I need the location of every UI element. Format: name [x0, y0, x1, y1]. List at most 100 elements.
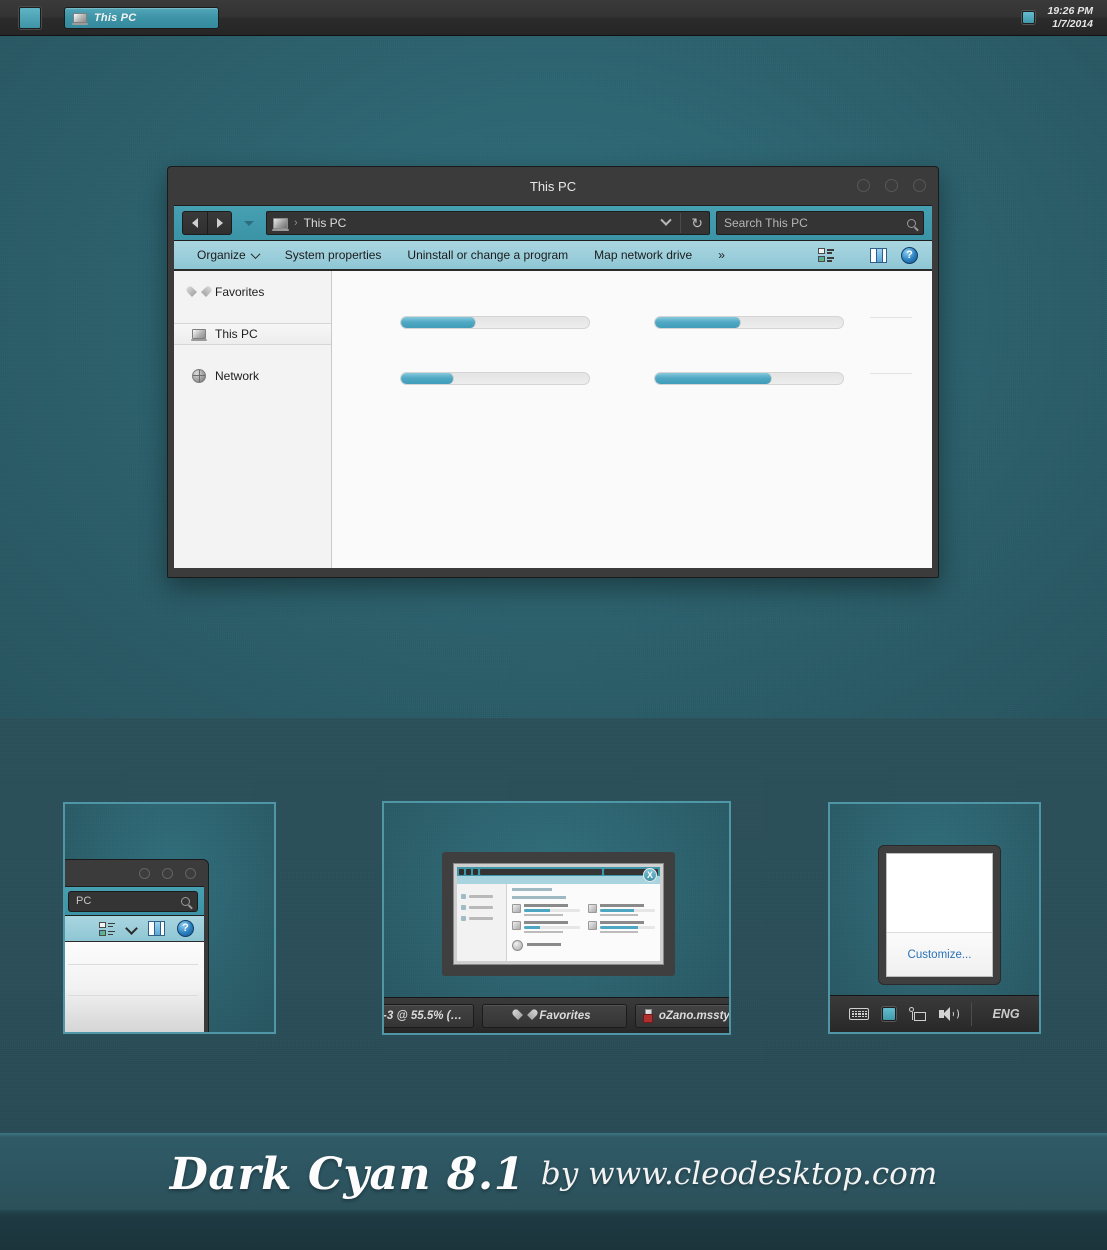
divider	[870, 317, 912, 318]
view-options-icon[interactable]	[99, 921, 115, 937]
maximize-button[interactable]	[162, 868, 173, 879]
window-titlebar[interactable]: This PC	[174, 167, 932, 205]
keyboard-icon[interactable]	[849, 1008, 870, 1020]
address-bar-actions: ↻	[660, 213, 703, 233]
command-bar: Organize System properties Uninstall or …	[174, 240, 932, 270]
search-icon[interactable]	[907, 218, 916, 228]
explorer-window: This PC › This PC ↻ Search This PC Organ…	[167, 166, 939, 578]
file-list-area[interactable]	[332, 271, 932, 568]
sidebar-item-this-pc[interactable]: This PC	[174, 323, 331, 345]
organize-label: Organize	[197, 248, 246, 262]
mini-taskbar: d-3 @ 55.5% (… Favorites oZano.msstyl	[384, 997, 729, 1033]
drive-usage-bar	[400, 372, 590, 385]
customize-link[interactable]: Customize...	[908, 949, 972, 961]
chevron-down-icon	[244, 220, 254, 226]
mini-drive-text	[524, 904, 580, 916]
sidebar-item-network[interactable]: Network	[174, 365, 331, 387]
customize-link-row[interactable]: Customize...	[887, 932, 992, 976]
preview-pane-icon[interactable]	[148, 921, 165, 936]
zoomed-search-text: PC	[76, 895, 92, 907]
search-icon[interactable]	[181, 896, 190, 906]
tray-square-icon[interactable]	[1022, 11, 1036, 24]
mini-content	[507, 884, 660, 961]
dialog-empty-area	[887, 854, 992, 932]
command-bar-right: ?	[818, 246, 922, 264]
mini-address-bar[interactable]	[480, 868, 602, 875]
zoomed-search-box[interactable]: PC	[68, 890, 198, 912]
forward-button[interactable]	[207, 211, 232, 235]
taskbar-button-label: d-3 @ 55.5% (…	[382, 1009, 462, 1022]
sidebar-item-favorites[interactable]: Favorites	[174, 281, 331, 303]
mini-drive-item	[512, 921, 580, 933]
zoomed-window-controls	[139, 868, 196, 879]
overflow-button[interactable]: »	[705, 243, 738, 267]
close-button[interactable]	[185, 868, 196, 879]
divider	[870, 373, 912, 374]
minimize-button[interactable]	[139, 868, 150, 879]
help-icon[interactable]: ?	[901, 246, 918, 264]
preview-pane-icon[interactable]	[870, 247, 887, 263]
banner-footer-strip	[0, 1215, 1107, 1250]
close-button[interactable]	[913, 179, 926, 192]
recent-locations-button[interactable]	[238, 220, 260, 226]
system-properties-button[interactable]: System properties	[272, 243, 395, 267]
msstyles-icon	[642, 1009, 653, 1023]
clock-date: 1/7/2014	[1052, 17, 1093, 30]
drive-usage-bar	[654, 316, 844, 329]
taskbar-button-favorites[interactable]: Favorites	[482, 1003, 627, 1028]
maximize-button[interactable]	[885, 179, 898, 192]
taskbar-button-msstyles[interactable]: oZano.msstyl	[635, 1003, 731, 1028]
forward-arrow-icon	[216, 218, 223, 228]
navigation-pane: Favorites This PC Network	[174, 271, 332, 568]
breadcrumb-separator: ›	[294, 217, 298, 229]
search-box[interactable]	[716, 211, 924, 235]
address-bar[interactable]: › This PC ↻	[266, 211, 710, 235]
preview-panel-monitor: X d-3 @ 55.5% (… Favorites oZano.msstyl	[382, 801, 731, 1035]
taskbar-task-this-pc[interactable]: This PC	[64, 6, 219, 29]
heart-icon	[192, 286, 206, 299]
drive-icon	[587, 904, 597, 913]
computer-icon	[72, 12, 88, 25]
taskbar-button-progress[interactable]: d-3 @ 55.5% (…	[382, 1003, 474, 1028]
drive-icon	[512, 921, 521, 930]
network-monitor-icon[interactable]	[909, 1007, 927, 1021]
divider	[680, 213, 682, 233]
drive-usage-bar	[400, 316, 590, 329]
computer-icon	[191, 329, 207, 341]
organize-button[interactable]: Organize	[184, 243, 272, 267]
preview-panel-customize: Customize... ENG	[828, 802, 1041, 1034]
start-square-icon[interactable]	[19, 6, 41, 29]
system-tray: ENG	[830, 995, 1039, 1032]
chevron-down-icon[interactable]	[660, 214, 672, 226]
search-input[interactable]	[724, 216, 903, 230]
map-network-drive-button[interactable]: Map network drive	[581, 243, 705, 267]
breadcrumb-this-pc[interactable]: This PC	[304, 216, 347, 230]
zoomed-nav-bar: PC	[65, 886, 204, 915]
sidebar-item-label: Favorites	[215, 285, 265, 299]
progress-track	[400, 372, 590, 385]
speaker-icon[interactable]	[939, 1007, 960, 1021]
taskbar-button-label: oZano.msstyl	[658, 1009, 731, 1022]
customize-dialog: Customize...	[878, 845, 1001, 985]
language-indicator[interactable]: ENG	[992, 1007, 1019, 1021]
uninstall-program-button[interactable]: Uninstall or change a program	[394, 243, 581, 267]
tray-square-icon[interactable]	[882, 1007, 897, 1021]
chevron-down-icon	[250, 248, 261, 259]
minimize-button[interactable]	[857, 179, 870, 192]
view-options-icon[interactable]	[818, 247, 834, 263]
mini-drive-text	[524, 921, 580, 933]
taskbar-clock[interactable]: 19:26 PM 1/7/2014	[1047, 5, 1093, 31]
drive-icon	[512, 904, 521, 913]
help-icon[interactable]: ?	[177, 920, 194, 937]
screenshot-root: This PC 19:26 PM 1/7/2014 This PC › This…	[0, 0, 1107, 1250]
chevron-down-icon[interactable]	[125, 922, 138, 935]
close-icon[interactable]: X	[643, 868, 657, 882]
mini-body	[457, 884, 660, 961]
chevron-down-icon[interactable]	[848, 251, 856, 259]
mini-nav-bar	[457, 867, 660, 876]
refresh-icon[interactable]: ↻	[691, 216, 703, 230]
back-button[interactable]	[182, 211, 207, 235]
theme-title: Dark Cyan 8.1	[169, 1148, 525, 1200]
progress-fill	[401, 317, 477, 328]
